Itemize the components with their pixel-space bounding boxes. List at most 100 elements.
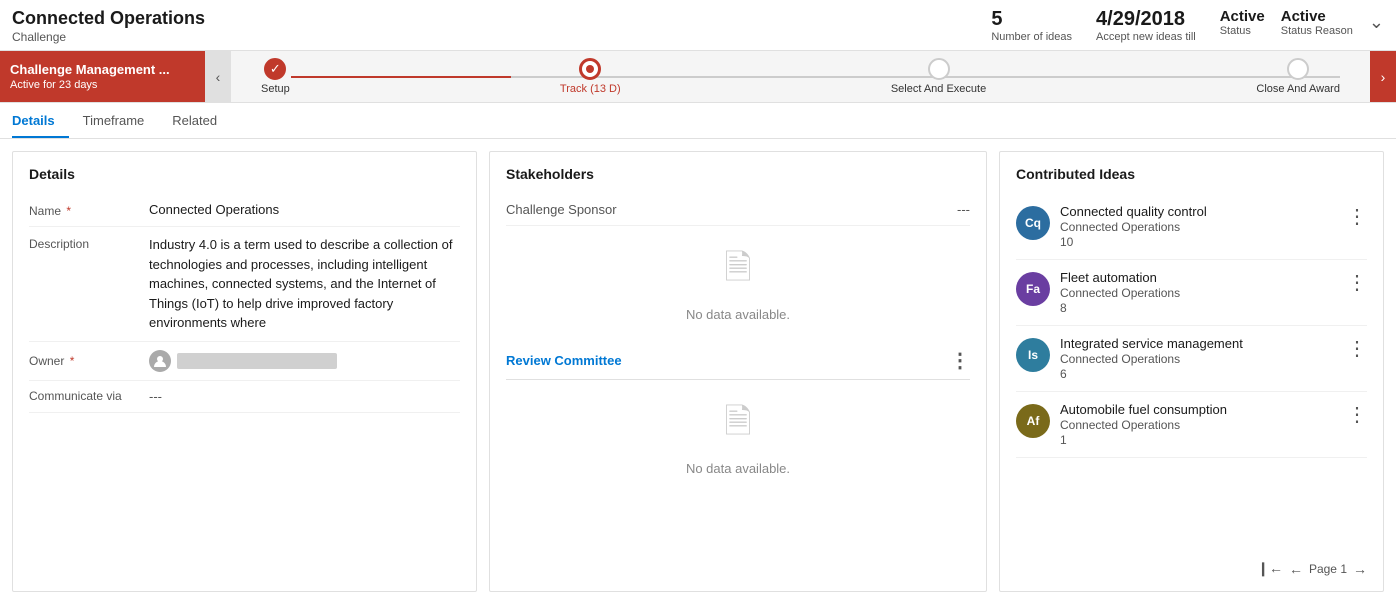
stakeholders-panel-title: Stakeholders — [506, 166, 970, 182]
ideas-panel-header: Contributed Ideas — [1016, 166, 1367, 182]
pagination-next-icon[interactable]: → — [1353, 561, 1367, 577]
status-label: Status — [1220, 25, 1265, 37]
idea-menu-3[interactable]: ⋮ — [1347, 402, 1367, 427]
details-panel-title: Details — [29, 166, 460, 182]
idea-sub-1: Connected Operations — [1060, 286, 1347, 300]
stakeholders-panel: Stakeholders Challenge Sponsor --- 🗎 No … — [489, 151, 987, 592]
stage-circle-close — [1287, 58, 1309, 80]
stage-item-close: Close And Award — [1256, 58, 1340, 95]
stage-track: ✓ Setup Track (13 D) Select And Execute … — [231, 51, 1370, 102]
status-reason-value: Active — [1281, 8, 1353, 25]
idea-item-3: Af Automobile fuel consumption Connected… — [1016, 392, 1367, 458]
no-data-label-bottom: No data available. — [686, 461, 790, 476]
field-value-communicate: --- — [149, 389, 460, 404]
idea-title-1: Fleet automation — [1060, 270, 1347, 285]
idea-avatar-0: Cq — [1016, 206, 1050, 240]
idea-menu-0[interactable]: ⋮ — [1347, 204, 1367, 229]
tab-related[interactable]: Related — [172, 103, 231, 138]
challenge-badge[interactable]: Challenge Management ... Active for 23 d… — [0, 51, 205, 102]
status-reason-label: Status Reason — [1281, 25, 1353, 37]
review-committee-section[interactable]: Review Committee ⋮ — [506, 340, 970, 380]
idea-sub-3: Connected Operations — [1060, 418, 1347, 432]
review-committee-label: Review Committee — [506, 353, 622, 368]
metric-ideas-value: 5 — [991, 8, 1002, 31]
challenge-badge-subtitle: Active for 23 days — [10, 79, 195, 91]
stage-item-select: Select And Execute — [891, 58, 986, 95]
idea-content-3: Automobile fuel consumption Connected Op… — [1060, 402, 1347, 447]
tab-details[interactable]: Details — [12, 103, 69, 138]
no-data-label-top: No data available. — [686, 307, 790, 322]
page-subtitle: Challenge — [12, 30, 205, 44]
field-label-description: Description — [29, 235, 149, 251]
idea-title-2: Integrated service management — [1060, 336, 1347, 351]
idea-avatar-1: Fa — [1016, 272, 1050, 306]
pagination-prev-icon[interactable]: ← — [1289, 561, 1303, 577]
sponsor-row: Challenge Sponsor --- — [506, 194, 970, 226]
idea-menu-2[interactable]: ⋮ — [1347, 336, 1367, 361]
stage-items: ✓ Setup Track (13 D) Select And Execute … — [261, 58, 1340, 95]
stage-label-setup: Setup — [261, 83, 290, 95]
owner-name-blurred — [177, 353, 337, 369]
idea-item-0: Cq Connected quality control Connected O… — [1016, 194, 1367, 260]
field-label-owner: Owner * — [29, 354, 149, 368]
field-label-name: Name * — [29, 202, 149, 218]
ideas-panel-title: Contributed Ideas — [1016, 166, 1135, 182]
idea-content-0: Connected quality control Connected Oper… — [1060, 204, 1347, 249]
idea-sub-2: Connected Operations — [1060, 352, 1347, 366]
stage-label-select: Select And Execute — [891, 83, 986, 95]
metric-ideas: 5 Number of ideas — [991, 8, 1072, 43]
stage-label-close: Close And Award — [1256, 83, 1340, 95]
idea-count-2: 6 — [1060, 367, 1347, 381]
idea-menu-1[interactable]: ⋮ — [1347, 270, 1367, 295]
stakeholders-no-data-bottom: 🗎 No data available. — [506, 380, 970, 494]
sponsor-value: --- — [957, 202, 970, 217]
stage-circle-select — [928, 58, 950, 80]
status-group: Active Status Active Status Reason ⌄ — [1220, 8, 1384, 37]
field-value-owner — [149, 350, 460, 372]
stage-prev-button[interactable]: ‹ — [205, 51, 231, 102]
review-committee-menu[interactable]: ⋮ — [950, 348, 970, 373]
no-data-icon-top: 🗎 — [724, 244, 751, 301]
metric-date: 4/29/2018 Accept new ideas till — [1096, 8, 1196, 43]
idea-count-0: 10 — [1060, 235, 1347, 249]
idea-count-1: 8 — [1060, 301, 1347, 315]
field-required-owner: * — [70, 354, 75, 368]
details-panel: Details Name * Connected Operations Desc… — [12, 151, 477, 592]
field-value-name: Connected Operations — [149, 202, 460, 217]
metric-ideas-label: Number of ideas — [991, 31, 1072, 43]
main-content: Details Name * Connected Operations Desc… — [0, 139, 1396, 604]
idea-content-2: Integrated service management Connected … — [1060, 336, 1347, 381]
ideas-panel: Contributed Ideas Cq Connected quality c… — [999, 151, 1384, 592]
pagination-first-icon[interactable]: ❙← — [1257, 560, 1283, 577]
idea-item-1: Fa Fleet automation Connected Operations… — [1016, 260, 1367, 326]
stage-next-button[interactable]: › — [1370, 51, 1396, 102]
header-chevron-icon[interactable]: ⌄ — [1369, 12, 1384, 33]
header: Connected Operations Challenge 5 Number … — [0, 0, 1396, 51]
tabs-bar: Details Timeframe Related — [0, 103, 1396, 139]
stakeholders-no-data-top: 🗎 No data available. — [506, 226, 970, 340]
idea-sub-0: Connected Operations — [1060, 220, 1347, 234]
status-reason-field: Active Status Reason — [1281, 8, 1353, 37]
header-right: 5 Number of ideas 4/29/2018 Accept new i… — [991, 8, 1384, 43]
metric-date-label: Accept new ideas till — [1096, 31, 1196, 43]
tab-timeframe[interactable]: Timeframe — [83, 103, 159, 138]
ideas-pagination: ❙← ← Page 1 → — [1016, 550, 1367, 577]
idea-item-2: Is Integrated service management Connect… — [1016, 326, 1367, 392]
field-row-communicate: Communicate via --- — [29, 381, 460, 413]
idea-avatar-2: Is — [1016, 338, 1050, 372]
idea-title-3: Automobile fuel consumption — [1060, 402, 1347, 417]
status-field: Active Status — [1220, 8, 1265, 37]
stage-item-track: Track (13 D) — [560, 58, 621, 95]
idea-content-1: Fleet automation Connected Operations 8 — [1060, 270, 1347, 315]
idea-title-0: Connected quality control — [1060, 204, 1347, 219]
stage-label-track: Track (13 D) — [560, 83, 621, 95]
pagination-page-label: Page 1 — [1309, 562, 1347, 576]
owner-icon — [149, 350, 171, 372]
field-row-description: Description Industry 4.0 is a term used … — [29, 227, 460, 342]
field-row-name: Name * Connected Operations — [29, 194, 460, 227]
metric-date-value: 4/29/2018 — [1096, 8, 1185, 31]
field-required-name: * — [66, 204, 71, 218]
stage-row: Challenge Management ... Active for 23 d… — [0, 51, 1396, 103]
no-data-icon-bottom: 🗎 — [724, 398, 751, 455]
status-value: Active — [1220, 8, 1265, 25]
